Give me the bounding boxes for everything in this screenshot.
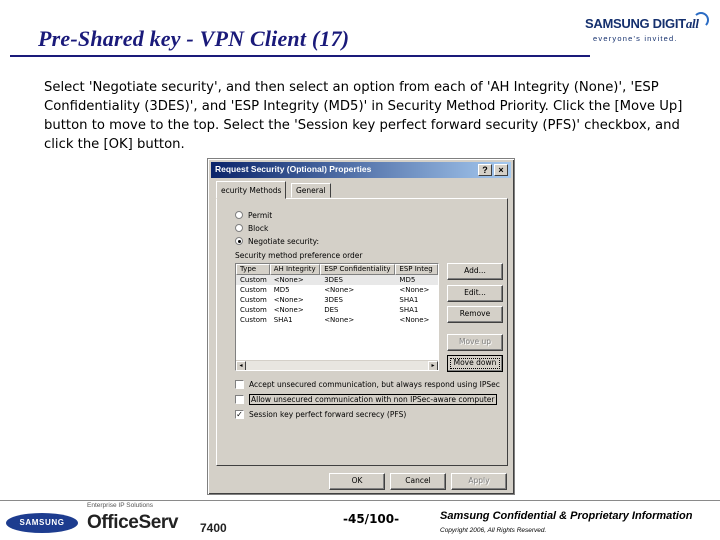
table-row[interactable]: Custom SHA1 <None> <None> xyxy=(236,315,438,325)
cell-esp-integrity: SHA1 xyxy=(399,306,419,314)
apply-button[interactable]: Apply xyxy=(451,473,507,490)
table-row[interactable]: Custom <None> 3DES SHA1 xyxy=(236,295,438,305)
cell-type: Custom xyxy=(240,306,267,314)
tab-security-methods[interactable]: ecurity Methods xyxy=(216,181,287,199)
officeserv-model: 7400 xyxy=(200,521,227,535)
samsung-digitall-logo: SAMSUNG DIGITall everyone's invited. xyxy=(585,12,710,50)
cell-ah-integrity: SHA1 xyxy=(273,316,293,324)
remove-button[interactable]: Remove xyxy=(447,306,503,323)
radio-button[interactable] xyxy=(235,211,243,219)
accept-unsecured-checkbox[interactable] xyxy=(235,379,244,389)
ok-button[interactable]: OK xyxy=(329,473,385,490)
copyright-notice: Copyright 2006, All Rights Reserved. xyxy=(440,527,547,534)
officeserv-tagline: Enterprise IP Solutions xyxy=(87,502,153,509)
slide-title: Pre-Shared key - VPN Client (17) xyxy=(38,26,350,51)
radio-label: Block xyxy=(248,223,269,233)
footer-divider xyxy=(0,500,720,501)
cell-esp-integrity: <None> xyxy=(399,286,430,294)
brand-tagline: everyone's invited. xyxy=(593,34,678,43)
cell-esp-confidentiality: 3DES xyxy=(324,296,343,304)
close-button[interactable]: × xyxy=(494,164,508,176)
radio-permit[interactable]: Permit xyxy=(235,209,272,221)
cell-esp-integrity: SHA1 xyxy=(399,296,419,304)
move-up-button[interactable]: Move up xyxy=(447,334,503,351)
cell-type: Custom xyxy=(240,316,267,324)
scroll-right-icon[interactable]: ▸ xyxy=(428,361,438,370)
samsung-logo: SAMSUNG xyxy=(6,513,78,533)
radio-negotiate-security[interactable]: Negotiate security: xyxy=(235,235,319,247)
officeserv-logo: Enterprise IP Solutions OfficeServ 7400 xyxy=(87,502,247,538)
title-divider xyxy=(10,55,590,57)
radio-label: Permit xyxy=(248,210,273,220)
cell-esp-confidentiality: 3DES xyxy=(324,276,343,284)
page-number: -45/100- xyxy=(343,512,400,526)
brand-word-main: SAMSUNG DIGIT xyxy=(585,16,686,31)
officeserv-name: OfficeServ xyxy=(87,512,179,533)
cell-type: Custom xyxy=(240,276,267,284)
security-method-list[interactable]: Type AH Integrity ESP Confidentiality ES… xyxy=(235,263,439,371)
brand-swoosh-icon xyxy=(693,12,709,28)
table-row[interactable]: Custom <None> 3DES MD5 xyxy=(236,275,438,285)
move-down-button[interactable]: Move down xyxy=(447,355,503,372)
checkbox-label: Session key perfect forward secrecy (PFS… xyxy=(249,409,407,419)
pfs-checkbox[interactable]: ✓ xyxy=(235,409,244,419)
column-header-esp-integrity[interactable]: ESP Integ xyxy=(395,264,438,275)
tab-general[interactable]: General xyxy=(291,183,331,198)
radio-button[interactable] xyxy=(235,224,243,232)
horizontal-scrollbar[interactable]: ◂ ▸ xyxy=(236,360,438,370)
column-header-type[interactable]: Type xyxy=(236,264,270,275)
column-header-ah-integrity[interactable]: AH Integrity xyxy=(269,264,321,275)
accept-unsecured-checkbox-row[interactable]: Accept unsecured communication, but alwa… xyxy=(235,378,500,390)
cell-esp-integrity: <None> xyxy=(399,316,430,324)
table-row[interactable]: Custom <None> DES SHA1 xyxy=(236,305,438,315)
column-header-esp-confidentiality[interactable]: ESP Confidentiality xyxy=(320,264,396,275)
cell-esp-confidentiality: <None> xyxy=(324,316,355,324)
add-button[interactable]: Add... xyxy=(447,263,503,280)
brand-wordmark: SAMSUNG DIGITall xyxy=(585,16,699,32)
cell-type: Custom xyxy=(240,296,267,304)
instruction-text: Select 'Negotiate security', and then se… xyxy=(44,80,683,152)
radio-block[interactable]: Block xyxy=(235,222,268,234)
scroll-left-icon[interactable]: ◂ xyxy=(236,361,246,370)
cell-esp-integrity: MD5 xyxy=(399,276,416,284)
preference-order-label: Security method preference order xyxy=(235,251,363,260)
allow-unsecured-checkbox-row[interactable]: Allow unsecured communication with non I… xyxy=(235,393,497,405)
cell-esp-confidentiality: <None> xyxy=(324,286,355,294)
cell-esp-confidentiality: DES xyxy=(324,306,339,314)
allow-unsecured-checkbox[interactable] xyxy=(235,394,244,404)
checkbox-label: Allow unsecured communication with non I… xyxy=(249,393,497,405)
edit-button[interactable]: Edit... xyxy=(447,285,503,302)
dialog-titlebar[interactable]: Request Security (Optional) Properties ?… xyxy=(211,162,511,178)
cancel-button[interactable]: Cancel xyxy=(390,473,446,490)
cell-ah-integrity: <None> xyxy=(273,306,304,314)
cell-ah-integrity: <None> xyxy=(273,296,304,304)
cell-ah-integrity: MD5 xyxy=(273,286,290,294)
tab-panel: Permit Block Negotiate security: Securit… xyxy=(216,198,508,466)
cell-ah-integrity: <None> xyxy=(273,276,304,284)
radio-button-selected[interactable] xyxy=(235,237,243,245)
list-header: Type AH Integrity ESP Confidentiality ES… xyxy=(236,264,438,275)
checkbox-label: Accept unsecured communication, but alwa… xyxy=(249,379,500,389)
cell-type: Custom xyxy=(240,286,267,294)
table-row[interactable]: Custom MD5 <None> <None> xyxy=(236,285,438,295)
confidential-notice: Samsung Confidential & Proprietary Infor… xyxy=(440,510,693,522)
dialog-title: Request Security (Optional) Properties xyxy=(215,164,372,174)
help-button[interactable]: ? xyxy=(478,164,492,176)
pfs-checkbox-row[interactable]: ✓ Session key perfect forward secrecy (P… xyxy=(235,408,406,420)
request-security-properties-dialog: Request Security (Optional) Properties ?… xyxy=(207,158,515,495)
radio-label: Negotiate security: xyxy=(248,236,320,246)
